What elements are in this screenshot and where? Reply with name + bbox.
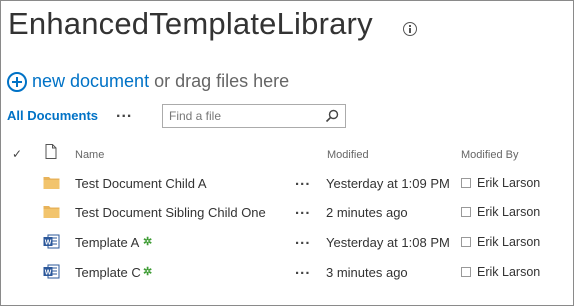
- library-title: EnhancedTemplateLibrary: [8, 6, 373, 41]
- plus-circle-icon[interactable]: [7, 71, 27, 92]
- presence-icon: [461, 207, 471, 217]
- modified-by-name[interactable]: Erik Larson: [477, 176, 540, 190]
- row-more-button[interactable]: ...: [295, 201, 311, 218]
- table-row[interactable]: Test Document Sibling Child One ... 2 mi…: [0, 198, 574, 227]
- svg-text:W: W: [45, 270, 52, 277]
- select-all-check-icon[interactable]: ✓: [12, 147, 22, 161]
- file-name-link[interactable]: Test Document Sibling Child One: [75, 205, 266, 220]
- modified-by-name[interactable]: Erik Larson: [477, 235, 540, 249]
- modified-by[interactable]: Erik Larson: [461, 205, 540, 219]
- modified-date: 2 minutes ago: [326, 205, 408, 220]
- column-header-modified[interactable]: Modified: [327, 149, 369, 161]
- search-input[interactable]: [163, 105, 321, 127]
- file-name-link[interactable]: Template A: [75, 235, 139, 250]
- column-header-name[interactable]: Name: [75, 149, 104, 161]
- modified-by[interactable]: Erik Larson: [461, 176, 540, 190]
- modified-date: 3 minutes ago: [326, 265, 408, 280]
- info-icon[interactable]: [403, 22, 417, 36]
- view-all-documents-tab[interactable]: All Documents: [7, 108, 98, 123]
- new-document-bar: new document or drag files here: [7, 71, 289, 92]
- table-row[interactable]: Test Document Child A ... Yesterday at 1…: [0, 169, 574, 198]
- search-icon[interactable]: [325, 109, 339, 123]
- folder-icon: [43, 206, 60, 218]
- row-more-button[interactable]: ...: [295, 172, 311, 189]
- presence-icon: [461, 178, 471, 188]
- table-row[interactable]: W Template C ✲ ... 3 minutes ago Erik La…: [0, 258, 574, 287]
- table-row[interactable]: W Template A ✲ ... Yesterday at 1:08 PM …: [0, 228, 574, 257]
- column-header-modified-by[interactable]: Modified By: [461, 149, 518, 161]
- modified-date: Yesterday at 1:09 PM: [326, 176, 450, 191]
- file-name-link[interactable]: Template C: [75, 265, 141, 280]
- folder-icon: [43, 177, 60, 189]
- row-more-button[interactable]: ...: [295, 231, 311, 248]
- new-item-icon: ✲: [143, 236, 153, 248]
- file-name-link[interactable]: Test Document Child A: [75, 176, 207, 191]
- svg-text:W: W: [45, 240, 52, 247]
- modified-by-name[interactable]: Erik Larson: [477, 265, 540, 279]
- document-type-icon: [45, 144, 57, 159]
- drag-files-hint: or drag files here: [154, 71, 290, 91]
- presence-icon: [461, 237, 471, 247]
- presence-icon: [461, 267, 471, 277]
- search-box: [162, 104, 346, 128]
- row-more-button[interactable]: ...: [295, 261, 311, 278]
- modified-date: Yesterday at 1:08 PM: [326, 235, 450, 250]
- new-item-icon: ✲: [143, 266, 153, 278]
- modified-by-name[interactable]: Erik Larson: [477, 205, 540, 219]
- modified-by[interactable]: Erik Larson: [461, 265, 540, 279]
- view-more-button[interactable]: ...: [116, 104, 132, 122]
- new-document-link[interactable]: new document: [32, 71, 149, 92]
- word-doc-icon: W: [43, 264, 60, 279]
- modified-by[interactable]: Erik Larson: [461, 235, 540, 249]
- word-doc-icon: W: [43, 234, 60, 249]
